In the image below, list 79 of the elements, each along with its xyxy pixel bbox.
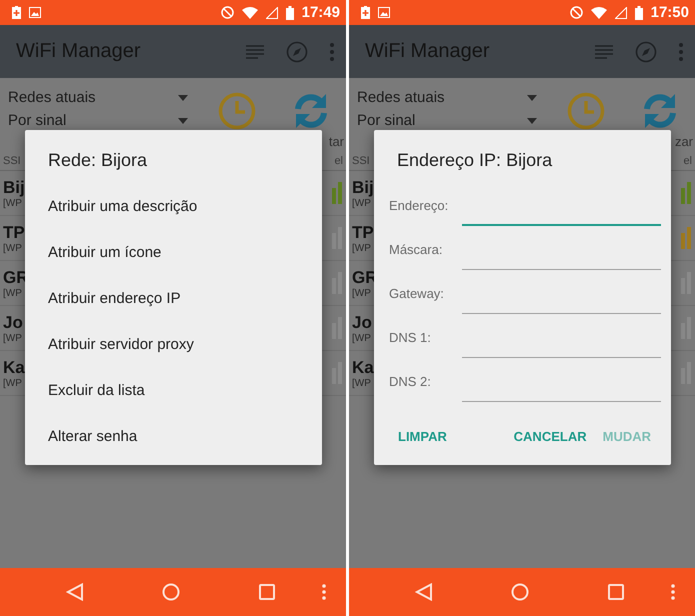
battery-icon (286, 6, 294, 20)
dialog-button[interactable]: CANCELAR (506, 423, 595, 450)
recents-icon[interactable] (608, 584, 624, 600)
network-name: Ka (352, 358, 374, 378)
back-icon[interactable] (415, 583, 433, 601)
cell-signal-icon (614, 6, 627, 18)
more-icon[interactable] (330, 42, 334, 60)
menu-item[interactable]: Excluir da lista (25, 367, 322, 413)
caret-icon (527, 118, 537, 124)
sort-dropdown[interactable]: Por sinal (8, 109, 190, 132)
network-name: Bij (352, 178, 374, 198)
security-text: [WP (352, 378, 372, 388)
cell-signal-icon (266, 6, 278, 18)
column-header: el (683, 155, 692, 167)
security-text: [WP (3, 378, 23, 388)
refresh-icon[interactable] (292, 92, 330, 130)
menu-item[interactable]: Atribuir uma descrição (25, 183, 322, 229)
dialog-title: Endereço IP: Bijora (396, 149, 554, 172)
refresh-label: zar (674, 134, 693, 149)
field-label: DNS 1: (389, 330, 432, 344)
caret-icon (178, 118, 188, 124)
more-icon[interactable] (671, 584, 675, 600)
clock-icon[interactable] (567, 92, 605, 130)
field-label: Máscara: (389, 242, 444, 256)
column-header: SSI (352, 155, 370, 167)
network-name: Jo (352, 312, 372, 332)
security-text: [WP (352, 332, 372, 344)
dialog-button[interactable]: LIMPAR (390, 423, 455, 450)
column-header: SSI (3, 155, 21, 167)
network-name: TP (352, 222, 374, 242)
clock-icon[interactable] (218, 92, 256, 130)
compass-icon[interactable] (635, 40, 657, 62)
clock-time: 17:49 (302, 4, 340, 21)
network-name: TP (3, 222, 25, 242)
battery-charging-icon (361, 6, 370, 19)
menu-item[interactable]: Atribuir um ícone (25, 229, 322, 275)
caret-icon (527, 94, 537, 100)
dialog-title: Rede: Bijora (47, 149, 148, 172)
home-icon[interactable] (511, 583, 529, 601)
network-name: Bij (3, 178, 25, 198)
security-text: [WP (352, 288, 372, 298)
back-icon[interactable] (66, 583, 84, 601)
image-icon (29, 7, 41, 18)
column-header: el (334, 155, 343, 167)
sort-dropdown[interactable]: Redes atuais (8, 86, 190, 109)
list-icon[interactable] (595, 44, 613, 58)
more-icon[interactable] (679, 42, 683, 60)
field-label: DNS 2: (389, 374, 432, 388)
security-text: [WP (352, 198, 372, 208)
security-text: [WP (352, 242, 372, 254)
menu-item[interactable]: Alterar senha (25, 413, 322, 459)
security-text: [WP (3, 242, 23, 254)
more-icon[interactable] (322, 584, 326, 600)
field-label: Endereço: (389, 198, 450, 212)
security-text: [WP (3, 332, 23, 344)
do-not-disturb-icon (220, 6, 234, 19)
compass-icon[interactable] (286, 40, 308, 62)
network-name: Ka (3, 358, 25, 378)
home-icon[interactable] (162, 583, 180, 601)
image-icon (378, 7, 390, 18)
wifi-icon (590, 6, 607, 18)
network-name: Jo (3, 312, 23, 332)
sort-dropdown[interactable]: Redes atuais (357, 86, 539, 109)
menu-item[interactable]: Atribuir servidor proxy (25, 321, 322, 367)
caret-icon (178, 94, 188, 100)
wifi-icon (242, 6, 258, 18)
field-label: Gateway: (389, 286, 445, 300)
sort-dropdown[interactable]: Por sinal (357, 109, 539, 132)
security-text: [WP (3, 288, 23, 298)
battery-icon (634, 6, 643, 20)
do-not-disturb-icon (570, 6, 583, 19)
battery-charging-icon (12, 6, 21, 19)
clock-time: 17:50 (650, 4, 689, 21)
refresh-icon[interactable] (641, 92, 679, 130)
list-icon[interactable] (246, 44, 264, 58)
recents-icon[interactable] (259, 584, 275, 600)
menu-item[interactable]: Atribuir endereço IP (25, 275, 322, 321)
refresh-label: tar (328, 134, 344, 149)
security-text: [WP (3, 198, 23, 208)
